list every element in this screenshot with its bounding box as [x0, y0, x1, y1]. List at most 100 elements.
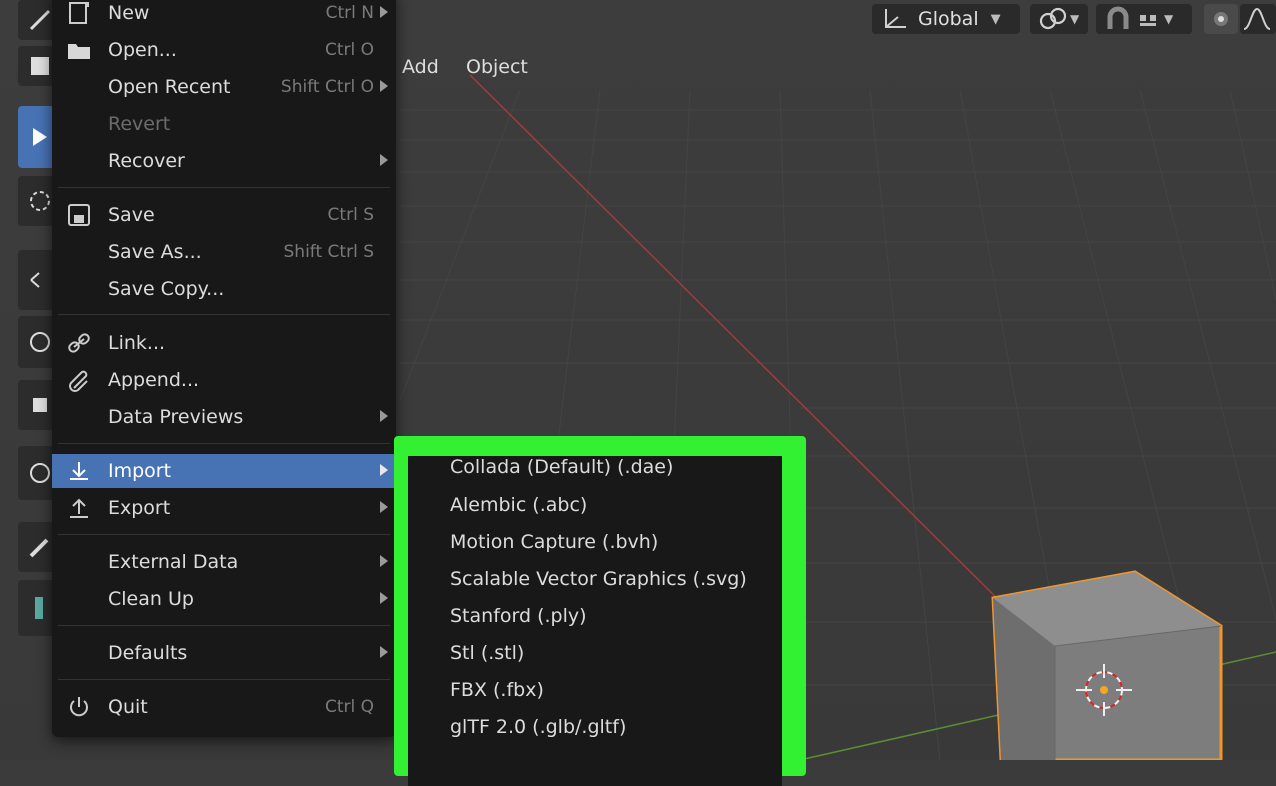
menu-item-save[interactable]: Save Ctrl S — [52, 198, 396, 232]
import-item-collada[interactable]: Collada (Default) (.dae) — [450, 456, 673, 478]
submenu-arrow-icon — [380, 154, 388, 166]
new-file-icon — [69, 2, 89, 24]
menu-item-import[interactable]: Import — [52, 454, 396, 488]
menu-separator — [58, 314, 390, 315]
ruler-icon — [35, 597, 43, 619]
import-submenu: Collada (Default) (.dae) Alembic (.abc) … — [408, 456, 782, 786]
save-icon — [68, 204, 90, 226]
menu-item-label: New — [108, 2, 150, 24]
import-item-bvh[interactable]: Motion Capture (.bvh) — [450, 531, 658, 553]
menu-item-label: Data Previews — [108, 406, 244, 428]
pencil-icon — [29, 538, 49, 558]
menu-item-external-data[interactable]: External Data — [52, 545, 396, 579]
menu-item-label: Recover — [108, 150, 185, 172]
menu-item-label: Save Copy... — [108, 278, 225, 300]
menu-separator — [58, 187, 390, 188]
proportional-circle-icon — [1214, 12, 1228, 26]
submenu-arrow-icon — [380, 592, 388, 604]
menu-item-open[interactable]: Open... Ctrl O — [52, 33, 396, 67]
power-icon — [70, 697, 88, 717]
rotate-tool-icon — [30, 272, 40, 288]
transform-orientation-dropdown[interactable]: Global ▼ — [872, 4, 1020, 34]
cursor-tool-icon — [33, 128, 47, 146]
import-submenu-highlight: Collada (Default) (.dae) Alembic (.abc) … — [394, 436, 806, 786]
import-item-alembic[interactable]: Alembic (.abc) — [450, 494, 587, 516]
snap-dropdown[interactable]: ▼ — [1096, 4, 1192, 34]
submenu-arrow-icon — [380, 410, 388, 422]
link-icon — [68, 333, 90, 353]
export-icon — [70, 498, 88, 518]
menu-item-shortcut: Ctrl N — [325, 3, 374, 23]
menu-item-label: Open Recent — [108, 76, 231, 98]
menu-add[interactable]: Add — [392, 52, 449, 82]
menu-item-shortcut: Ctrl O — [324, 40, 374, 60]
proportional-edit-toggle[interactable] — [1204, 4, 1238, 34]
import-item-fbx[interactable]: FBX (.fbx) — [450, 679, 544, 701]
magnet-icon — [1107, 6, 1129, 29]
menu-item-label: Export — [108, 497, 171, 519]
menu-item-defaults[interactable]: Defaults — [52, 636, 396, 670]
menu-item-label: Link... — [108, 332, 166, 354]
import-item-svg[interactable]: Scalable Vector Graphics (.svg) — [450, 568, 747, 590]
menu-item-shortcut: Ctrl S — [327, 205, 374, 225]
menu-item-label: Append... — [108, 369, 200, 391]
file-menu: New Ctrl N Open... Ctrl O Open Recent Sh… — [52, 0, 396, 737]
folder-icon — [68, 44, 90, 59]
pivot-dropdown[interactable]: ▼ — [1030, 4, 1088, 34]
submenu-arrow-icon — [380, 555, 388, 567]
menu-item-revert: Revert — [52, 107, 396, 141]
menu-item-label: Save — [108, 204, 155, 226]
submenu-arrow-icon — [380, 646, 388, 658]
menu-item-data-previews[interactable]: Data Previews — [52, 400, 396, 434]
snap-grid-icon — [1140, 15, 1156, 26]
annotate-tool-icon — [30, 463, 50, 483]
menu-item-label: Quit — [108, 696, 148, 718]
menu-separator — [58, 443, 390, 444]
menu-item-clean-up[interactable]: Clean Up — [52, 582, 396, 616]
menu-separator — [58, 625, 390, 626]
menu-item-label: Revert — [108, 113, 171, 135]
menu-item-label: External Data — [108, 551, 239, 573]
select-box-icon — [31, 57, 49, 75]
menu-item-save-as[interactable]: Save As... Shift Ctrl S — [52, 235, 396, 269]
menu-separator — [58, 679, 390, 680]
scale-tool-icon — [30, 332, 50, 352]
menu-item-append[interactable]: Append... — [52, 363, 396, 397]
menu-item-shortcut: Shift Ctrl S — [283, 242, 375, 262]
3d-cursor-icon[interactable] — [1072, 662, 1136, 718]
submenu-arrow-icon — [380, 464, 388, 476]
menu-item-label: Import — [108, 460, 172, 482]
chevron-down-icon: ▼ — [1164, 12, 1174, 26]
menu-item-new[interactable]: New Ctrl N — [52, 0, 396, 30]
chevron-down-icon: ▼ — [1070, 12, 1080, 26]
submenu-arrow-icon — [380, 501, 388, 513]
menu-item-quit[interactable]: Quit Ctrl Q — [52, 690, 396, 724]
menu-item-link[interactable]: Link... — [52, 326, 396, 360]
menu-item-export[interactable]: Export — [52, 491, 396, 525]
chevron-down-icon: ▼ — [990, 11, 1001, 27]
tweak-tool-icon — [29, 9, 51, 31]
move-tool-icon — [30, 191, 50, 211]
menu-item-label: Open... — [108, 39, 177, 61]
submenu-arrow-icon — [380, 6, 388, 18]
falloff-dropdown[interactable] — [1240, 4, 1276, 34]
menu-item-shortcut: Shift Ctrl O — [280, 77, 374, 97]
menu-item-label: Defaults — [108, 642, 188, 664]
import-item-ply[interactable]: Stanford (.ply) — [450, 605, 587, 627]
menu-item-save-copy[interactable]: Save Copy... — [52, 272, 396, 306]
import-item-stl[interactable]: Stl (.stl) — [450, 642, 524, 664]
submenu-arrow-icon — [380, 80, 388, 92]
menu-item-recover[interactable]: Recover — [52, 144, 396, 178]
menu-item-shortcut: Ctrl Q — [324, 697, 374, 717]
link-chain-icon — [1039, 7, 1067, 30]
tool-shelf — [0, 0, 62, 650]
orientation-gizmo-icon — [885, 9, 906, 28]
import-item-gltf[interactable]: glTF 2.0 (.glb/.gltf) — [450, 716, 626, 738]
falloff-curve-icon — [1243, 7, 1271, 30]
orientation-label: Global — [918, 8, 979, 30]
import-icon — [70, 462, 88, 480]
menu-item-open-recent[interactable]: Open Recent Shift Ctrl O — [52, 70, 396, 104]
transform-tool-icon — [33, 398, 47, 412]
menu-item-label: Clean Up — [108, 588, 194, 610]
menu-object[interactable]: Object — [456, 52, 538, 82]
